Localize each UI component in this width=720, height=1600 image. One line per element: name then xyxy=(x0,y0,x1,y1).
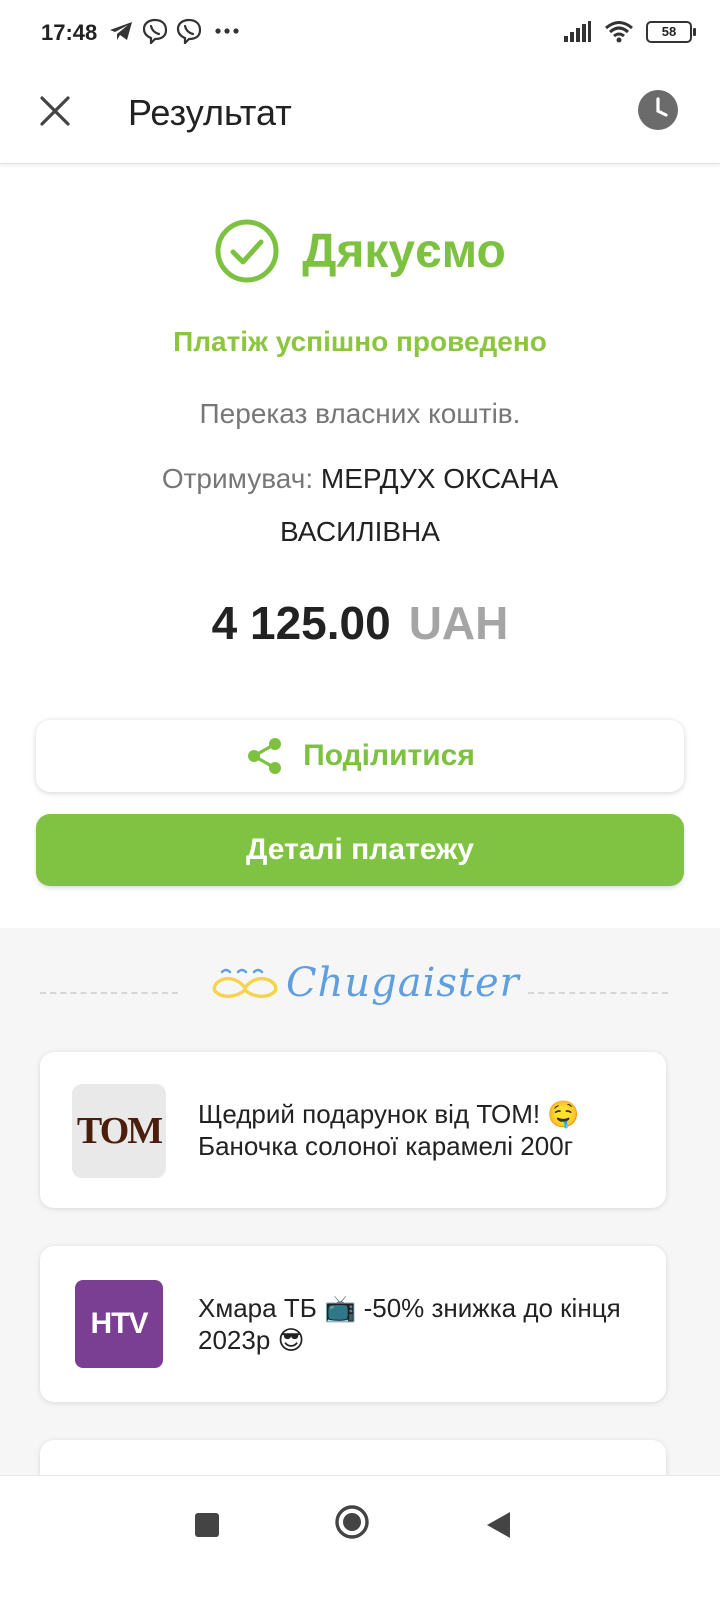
recipient-name: МЕРДУХ ОКСАНА ВАСИЛІВНА xyxy=(280,463,559,547)
promo-text: Щедрий подарунок від ТОМ! 🤤 Баночка соло… xyxy=(198,1099,580,1161)
mustache-logo-icon xyxy=(212,968,278,998)
success-message: Платіж успішно проведено xyxy=(173,326,547,357)
brand-name: Chugaister xyxy=(286,960,520,1006)
signal-icon xyxy=(564,21,591,42)
check-circle-icon xyxy=(215,219,279,283)
promo-text: Хмара ТБ 📺 -50% знижка до кінця 2023р 😎 xyxy=(198,1293,621,1355)
promo-logo: HTV xyxy=(75,1280,163,1368)
amount-currency: UAH xyxy=(408,597,509,649)
promo-logo: ТОМ xyxy=(72,1084,166,1178)
page-title: Результат xyxy=(128,92,292,133)
promo-card[interactable] xyxy=(40,1440,666,1475)
navigation-bar xyxy=(0,1475,720,1600)
brand-row: Chugaister xyxy=(0,958,720,1028)
recents-button[interactable] xyxy=(195,1513,219,1537)
promo-section: Chugaister ТОМ Щедрий подарунок від ТОМ!… xyxy=(0,928,720,1475)
payment-details-label: Деталі платежу xyxy=(246,833,474,866)
amount-row: 4 125.00 UAH xyxy=(0,596,720,650)
status-bar: 17:48 58 xyxy=(0,0,720,68)
amount-value: 4 125.00 xyxy=(211,597,391,649)
htv-logo: HTV xyxy=(90,1307,149,1340)
home-button[interactable] xyxy=(334,1504,370,1540)
system-icons: 58 xyxy=(562,20,696,44)
divider xyxy=(528,992,668,994)
clock-icon[interactable] xyxy=(636,88,680,132)
thanks-row: Дякуємо xyxy=(0,218,720,284)
share-label: Поділитися xyxy=(303,739,475,772)
battery-icon: 58 xyxy=(646,21,696,43)
thanks-heading: Дякуємо xyxy=(302,224,506,278)
wifi-icon xyxy=(605,21,633,43)
recipient: Отримувач: МЕРДУХ ОКСАНА ВАСИЛІВНА xyxy=(110,452,610,558)
close-icon[interactable] xyxy=(34,90,76,132)
divider xyxy=(40,992,178,994)
back-button[interactable] xyxy=(484,1510,512,1540)
viber-icon xyxy=(176,18,202,44)
promo-card[interactable]: HTV Хмара ТБ 📺 -50% знижка до кінця 2023… xyxy=(40,1246,666,1402)
viber-icon xyxy=(142,18,168,44)
notification-icons xyxy=(108,18,244,44)
share-button[interactable]: Поділитися xyxy=(36,720,684,792)
recipient-label: Отримувач: xyxy=(161,463,314,494)
more-icon xyxy=(215,28,239,34)
promo-card[interactable]: ТОМ Щедрий подарунок від ТОМ! 🤤 Баночка … xyxy=(40,1052,666,1208)
payment-details-button[interactable]: Деталі платежу xyxy=(36,814,684,886)
status-time: 17:48 xyxy=(41,20,98,45)
app-header: Результат xyxy=(0,68,720,164)
transfer-description: Переказ власних коштів. xyxy=(199,398,521,429)
telegram-icon xyxy=(110,22,132,40)
tom-logo: ТОМ xyxy=(76,1110,163,1152)
share-icon xyxy=(248,738,282,774)
